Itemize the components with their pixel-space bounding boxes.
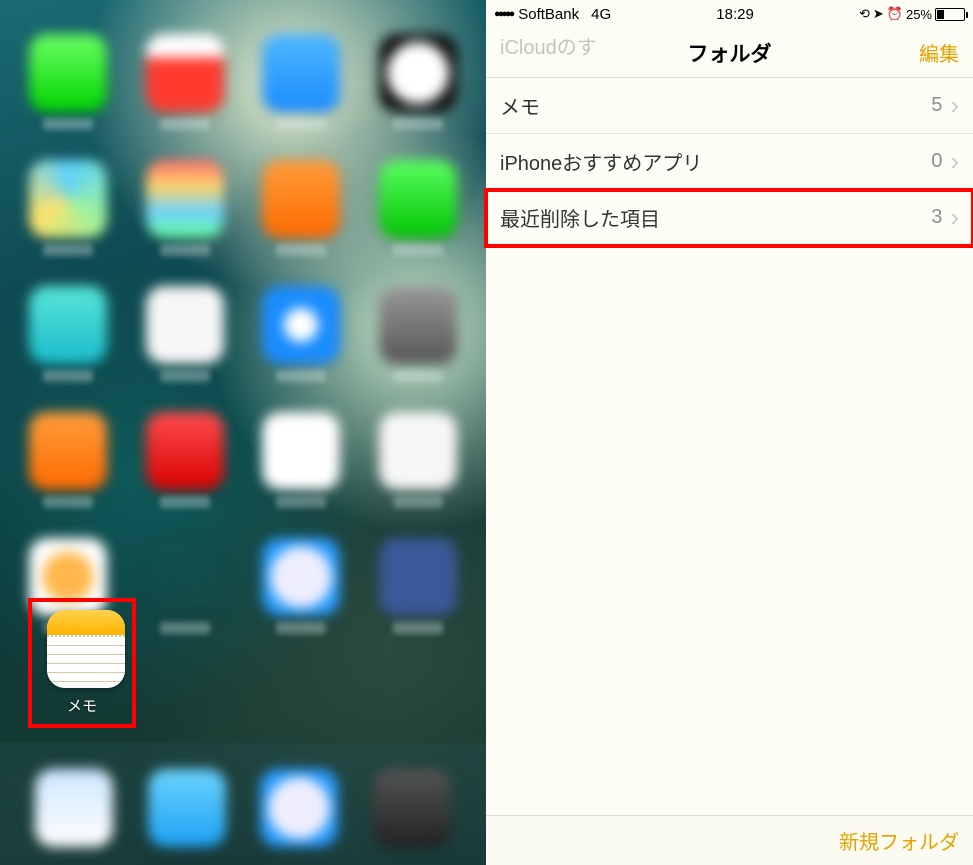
notes-app-highlight[interactable]: メモ [28, 598, 136, 728]
folder-list: メモ 5 › iPhoneおすすめアプリ 0 › 最近削除した項目 3 › [486, 78, 973, 246]
dock-app-blurred [373, 769, 451, 847]
app-icon-blurred [374, 160, 463, 256]
app-icon-blurred [374, 34, 463, 130]
folder-count: 3 [931, 206, 942, 229]
app-icon-blurred [257, 160, 346, 256]
app-icon-blurred [141, 412, 230, 508]
folder-row-recommended-apps[interactable]: iPhoneおすすめアプリ 0 › [486, 134, 973, 190]
app-icon-blurred [141, 538, 230, 634]
folder-name: 最近削除した項目 [500, 203, 931, 232]
chevron-right-icon: › [950, 202, 959, 233]
nav-ghost-text: iCloudのす [500, 31, 597, 60]
chevron-right-icon: › [950, 90, 959, 121]
notes-app-label: メモ [32, 695, 132, 716]
app-icon-blurred [257, 412, 346, 508]
folder-name: メモ [500, 91, 931, 120]
alarm-icon: ⏰ [887, 6, 903, 22]
status-bar: ●●●●● SoftBank 4G 18:29 ⟲ ➤ ⏰ 25% [486, 0, 973, 28]
bottom-toolbar: 新規フォルダ [486, 815, 973, 865]
app-icon-blurred [141, 286, 230, 382]
dock [0, 769, 486, 847]
nav-bar: iCloudのす フォルダ 編集 [486, 28, 973, 78]
app-icon-blurred [257, 538, 346, 634]
carrier-label: SoftBank [518, 6, 579, 23]
folder-count: 5 [931, 94, 942, 117]
dock-app-blurred [35, 769, 113, 847]
battery-pct: 25% [906, 7, 932, 22]
app-icon-blurred [257, 34, 346, 130]
home-screen-blurred: メモ [0, 0, 486, 865]
folder-name: iPhoneおすすめアプリ [500, 147, 931, 176]
app-icon-blurred [374, 538, 463, 634]
signal-strength-icon: ●●●●● [494, 8, 512, 20]
nav-title: フォルダ [688, 38, 772, 68]
app-icon-blurred [24, 286, 113, 382]
app-grid [0, 0, 486, 865]
status-time: 18:29 [611, 6, 859, 23]
app-icon-blurred [24, 412, 113, 508]
notes-icon[interactable] [47, 610, 125, 688]
chevron-right-icon: › [950, 146, 959, 177]
app-icon-blurred [141, 160, 230, 256]
app-icon-blurred [24, 160, 113, 256]
folder-row-recently-deleted[interactable]: 最近削除した項目 3 › [486, 190, 973, 246]
app-icon-blurred [141, 34, 230, 130]
app-icon-blurred [374, 412, 463, 508]
app-icon-blurred [257, 286, 346, 382]
dock-app-blurred [148, 769, 226, 847]
notes-folders-screen: ●●●●● SoftBank 4G 18:29 ⟲ ➤ ⏰ 25% iCloud… [486, 0, 973, 865]
network-label: 4G [591, 6, 611, 23]
dock-app-blurred [260, 769, 338, 847]
folder-row-memo[interactable]: メモ 5 › [486, 78, 973, 134]
folder-count: 0 [931, 150, 942, 173]
app-icon-blurred [24, 34, 113, 130]
location-icon: ➤ [873, 6, 884, 22]
edit-button[interactable]: 編集 [919, 38, 959, 67]
orientation-lock-icon: ⟲ [859, 6, 870, 22]
new-folder-button[interactable]: 新規フォルダ [839, 826, 959, 855]
app-icon-blurred [374, 286, 463, 382]
battery-icon [935, 8, 965, 21]
